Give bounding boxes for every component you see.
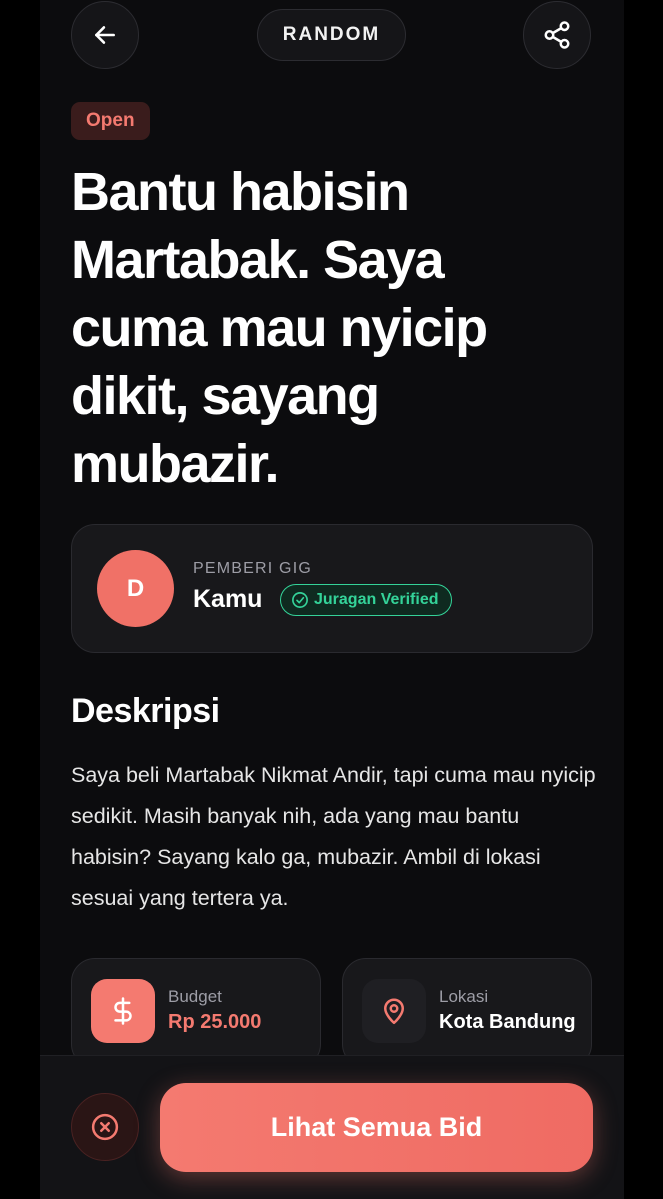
bottom-action-bar: Lihat Semua Bid — [40, 1055, 624, 1199]
share-button[interactable] — [523, 1, 591, 69]
view-all-bids-button[interactable]: Lihat Semua Bid — [160, 1083, 593, 1172]
gig-title: Bantu habisin Martabak. Saya cuma mau ny… — [71, 162, 488, 494]
avatar[interactable]: D — [97, 550, 174, 627]
gig-detail-screen: RANDOM Open Bantu habisin Martabak. Saya… — [40, 0, 624, 1199]
location-value: Kota Bandung — [439, 1011, 576, 1033]
map-pin-icon — [362, 979, 426, 1043]
description-text: Saya beli Martabak Nikmat Andir, tapi cu… — [71, 763, 596, 910]
description-heading: Deskripsi — [71, 692, 220, 730]
location-card: Lokasi Kota Bandung — [342, 958, 592, 1068]
mode-label: RANDOM — [282, 24, 381, 45]
budget-value: Rp 25.000 — [168, 1011, 262, 1033]
budget-label: Budget — [168, 987, 222, 1006]
back-button[interactable] — [71, 1, 139, 69]
owner-card: D PEMBERI GIG Kamu Juragan Verified — [71, 524, 593, 653]
owner-role-label: PEMBERI GIG — [193, 560, 312, 577]
verified-badge: Juragan Verified — [280, 584, 452, 616]
close-circle-icon — [91, 1113, 119, 1141]
mode-pill[interactable]: RANDOM — [257, 9, 406, 61]
share-icon — [544, 21, 570, 49]
cancel-button[interactable] — [71, 1093, 139, 1161]
budget-card: Budget Rp 25.000 — [71, 958, 321, 1068]
owner-name: Kamu — [193, 585, 263, 613]
verified-label: Juragan Verified — [314, 591, 439, 608]
arrow-left-icon — [95, 26, 115, 44]
dollar-icon — [91, 979, 155, 1043]
check-circle-icon — [291, 591, 309, 609]
status-badge: Open — [71, 102, 150, 140]
location-label: Lokasi — [439, 987, 489, 1006]
